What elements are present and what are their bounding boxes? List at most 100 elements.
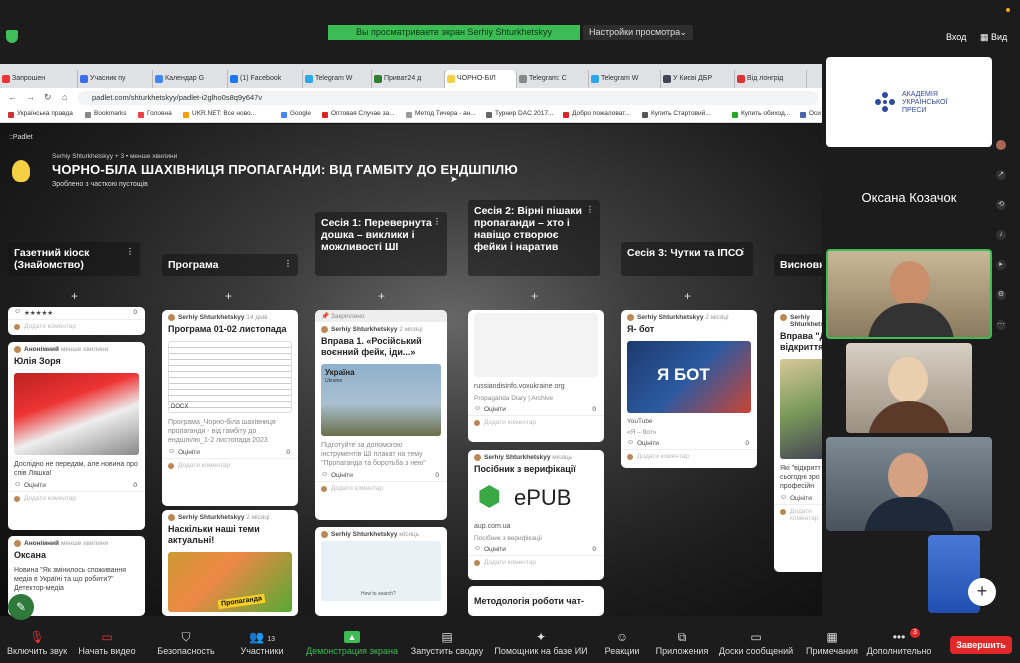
rate-button[interactable]: Оцініти0 — [8, 480, 145, 491]
bell-icon[interactable]: ♪ — [996, 230, 1006, 240]
view-button[interactable]: ▦ Вид — [980, 32, 1007, 43]
video-tile-speaker[interactable] — [826, 249, 992, 339]
link-site[interactable]: russiandisinfo.voxukraine.org — [468, 380, 604, 393]
link-preview[interactable] — [474, 313, 598, 377]
bookmark[interactable]: Головна — [138, 110, 172, 118]
post-image[interactable]: Пропаганда — [168, 552, 292, 612]
notes-button[interactable]: ▦ Примечания — [806, 630, 858, 656]
pencil-icon[interactable]: ✎ — [8, 594, 34, 620]
tab[interactable]: (1) Facebook — [228, 70, 303, 88]
bookmark[interactable]: UKR.NET: Все ново... — [183, 110, 256, 118]
add-post-icon[interactable]: + — [378, 289, 385, 303]
post-card[interactable]: 📌 Закріплено Serhiy Shturkhetskyy 2 міся… — [315, 310, 447, 520]
add-post-fab[interactable]: + — [968, 578, 996, 606]
column-header[interactable]: Програма ⋮ — [162, 254, 298, 276]
bookmark[interactable]: Google — [281, 110, 311, 118]
end-meeting-button[interactable]: Завершить — [950, 636, 1012, 654]
post-image[interactable] — [14, 373, 139, 455]
add-comment[interactable]: Додати коментар — [621, 449, 757, 463]
bookmark[interactable]: Метод Тичера - ан... — [406, 110, 476, 118]
post-card[interactable]: Serhiy Shturkhetskyy 14 днів Програма 01… — [162, 310, 298, 506]
add-comment[interactable]: Додати коментар — [8, 491, 145, 505]
add-comment[interactable]: Додати коментар — [315, 481, 447, 495]
post-image[interactable] — [780, 359, 822, 459]
video-thumbnail[interactable]: Я БОТ — [627, 341, 751, 413]
security-button[interactable]: ⛉ Безопасность — [157, 630, 214, 656]
column-header[interactable]: Сесія 3: Чутки та ІПСО ⋮ — [621, 242, 753, 276]
bookmark[interactable]: Купить Стартовий... — [642, 110, 711, 118]
rate-button[interactable]: Оцініти0 — [162, 447, 298, 458]
bookmark[interactable]: Турнир DAC 2017... — [486, 110, 553, 118]
gear-icon[interactable]: ⚙ — [996, 290, 1006, 300]
add-comment[interactable]: Додати коментар — [774, 504, 822, 525]
tab[interactable]: Telegram: C — [517, 70, 589, 88]
rate-button[interactable]: ★★★★★ 0 — [8, 307, 145, 319]
post-card[interactable]: Serhiy Shturkhetskyy 2 місяці Наскільки … — [162, 510, 298, 616]
tab-active[interactable]: ЧОРНО-БІЛ — [445, 70, 517, 88]
add-post-icon[interactable]: + — [531, 289, 538, 303]
apps-button[interactable]: ⧉ Приложения — [656, 630, 709, 656]
tab[interactable]: Приват24 д — [372, 70, 445, 88]
add-comment[interactable]: Додати коментар — [8, 319, 145, 333]
video-tile-participant[interactable] — [826, 437, 992, 531]
summary-button[interactable]: ▤ Запустить сводку — [411, 630, 483, 656]
bookmark[interactable]: Добро пожаловат... — [563, 110, 630, 118]
epub-logo[interactable]: ⬢ ePUB — [474, 481, 598, 517]
reactions-button[interactable]: ☺ Реакции — [605, 630, 640, 656]
column-header[interactable]: Газетний кіоск (Знайомство) ⋮ — [8, 242, 140, 276]
bookmark[interactable]: Оси — [800, 110, 821, 118]
bookmark[interactable]: Українська правда — [8, 110, 73, 118]
view-settings-dropdown[interactable]: Настройки просмотра ⌄ — [583, 25, 693, 40]
rate-button[interactable]: Оцініти — [774, 493, 822, 504]
reload-icon[interactable]: ↻ — [44, 92, 52, 103]
column-header[interactable]: Сесія 1: Перевернута дошка – виклики і м… — [315, 212, 447, 276]
post-card[interactable]: Serhiy Shturkhetskyy Вправа "Д відкриття… — [774, 310, 822, 572]
column-header[interactable]: Сесія 2: Вірні пішаки пропаганди – хто і… — [468, 200, 600, 276]
rate-button[interactable]: Оцініти0 — [468, 404, 604, 415]
post-card[interactable]: Serhiy Shturkhetskyy 2 місяці Я- бот Я Б… — [621, 310, 757, 468]
post-card[interactable]: Анонімний менше хвилини Юлія Зоря Дослід… — [8, 342, 145, 530]
add-post-icon[interactable]: + — [225, 289, 232, 303]
tab[interactable]: Від лонгрід — [735, 70, 807, 88]
share-screen-button[interactable]: ▲ Демонстрация экрана — [306, 630, 398, 656]
post-image[interactable]: How to search? — [321, 541, 441, 601]
video-tile-logo[interactable]: АКАДЕМІЯ УКРАЇНСЬКОЇ ПРЕСИ — [826, 57, 992, 147]
add-comment[interactable]: Додати коментар — [162, 458, 298, 472]
bookmark[interactable]: Оптовая Случае за... — [322, 110, 395, 118]
participants-button[interactable]: 👥 13 Участники — [241, 630, 284, 656]
tab[interactable]: Запрошен — [0, 70, 78, 88]
link-site[interactable]: aup.com.ua — [468, 520, 604, 533]
whiteboards-button[interactable]: ▭ Доски сообщений — [719, 630, 793, 656]
home-icon[interactable]: ⌂ — [62, 92, 67, 102]
ai-assistant-button[interactable]: ✦ Помощник на базе ИИ — [494, 630, 587, 656]
add-post-icon[interactable]: + — [71, 289, 78, 303]
play-icon[interactable]: ▸ — [996, 260, 1006, 270]
remix-icon[interactable]: ⟲ — [996, 200, 1006, 210]
forward-icon[interactable]: → — [26, 92, 35, 102]
bookmark[interactable]: Bookmarks — [85, 110, 127, 118]
rate-button[interactable]: Оцініти0 — [315, 470, 447, 481]
add-comment[interactable]: Додати коментар — [468, 415, 604, 429]
url-input[interactable]: padlet.com/shturkhetskyy/padlet-i2glho0s… — [78, 91, 818, 105]
tab[interactable]: Учасник пу — [78, 70, 153, 88]
login-button[interactable]: Вход — [946, 32, 966, 42]
back-icon[interactable]: ← — [8, 92, 17, 102]
video-button[interactable]: ▭ Начать видео — [78, 630, 135, 656]
tab[interactable]: У Києві ДБР — [661, 70, 735, 88]
post-image[interactable]: Україна Ukraine — [321, 364, 441, 436]
video-tile-name[interactable]: Оксана Козачок — [826, 152, 992, 246]
tab[interactable]: Telegram W — [589, 70, 661, 88]
post-card[interactable]: Serhiy Shturkhetskyy місяць Посібник з в… — [468, 450, 604, 580]
security-shield-icon[interactable] — [6, 30, 18, 43]
avatar[interactable] — [996, 140, 1006, 150]
bookmark[interactable]: Купить обиход... — [732, 110, 790, 118]
rate-button[interactable]: Оцініти0 — [621, 438, 757, 449]
add-comment[interactable]: Додати коментар — [468, 555, 604, 569]
share-icon[interactable]: ↗ — [996, 170, 1006, 180]
more-icon[interactable]: ⋯ — [996, 320, 1006, 330]
post-card[interactable]: ★★★★★ 0 Додати коментар — [8, 307, 145, 335]
column-header[interactable]: Висновк — [774, 254, 822, 276]
padlet-logo[interactable]: ::Padlet — [9, 134, 33, 141]
rate-button[interactable]: Оцініти0 — [468, 544, 604, 555]
more-button[interactable]: ••• Дополнительно — [867, 630, 932, 656]
